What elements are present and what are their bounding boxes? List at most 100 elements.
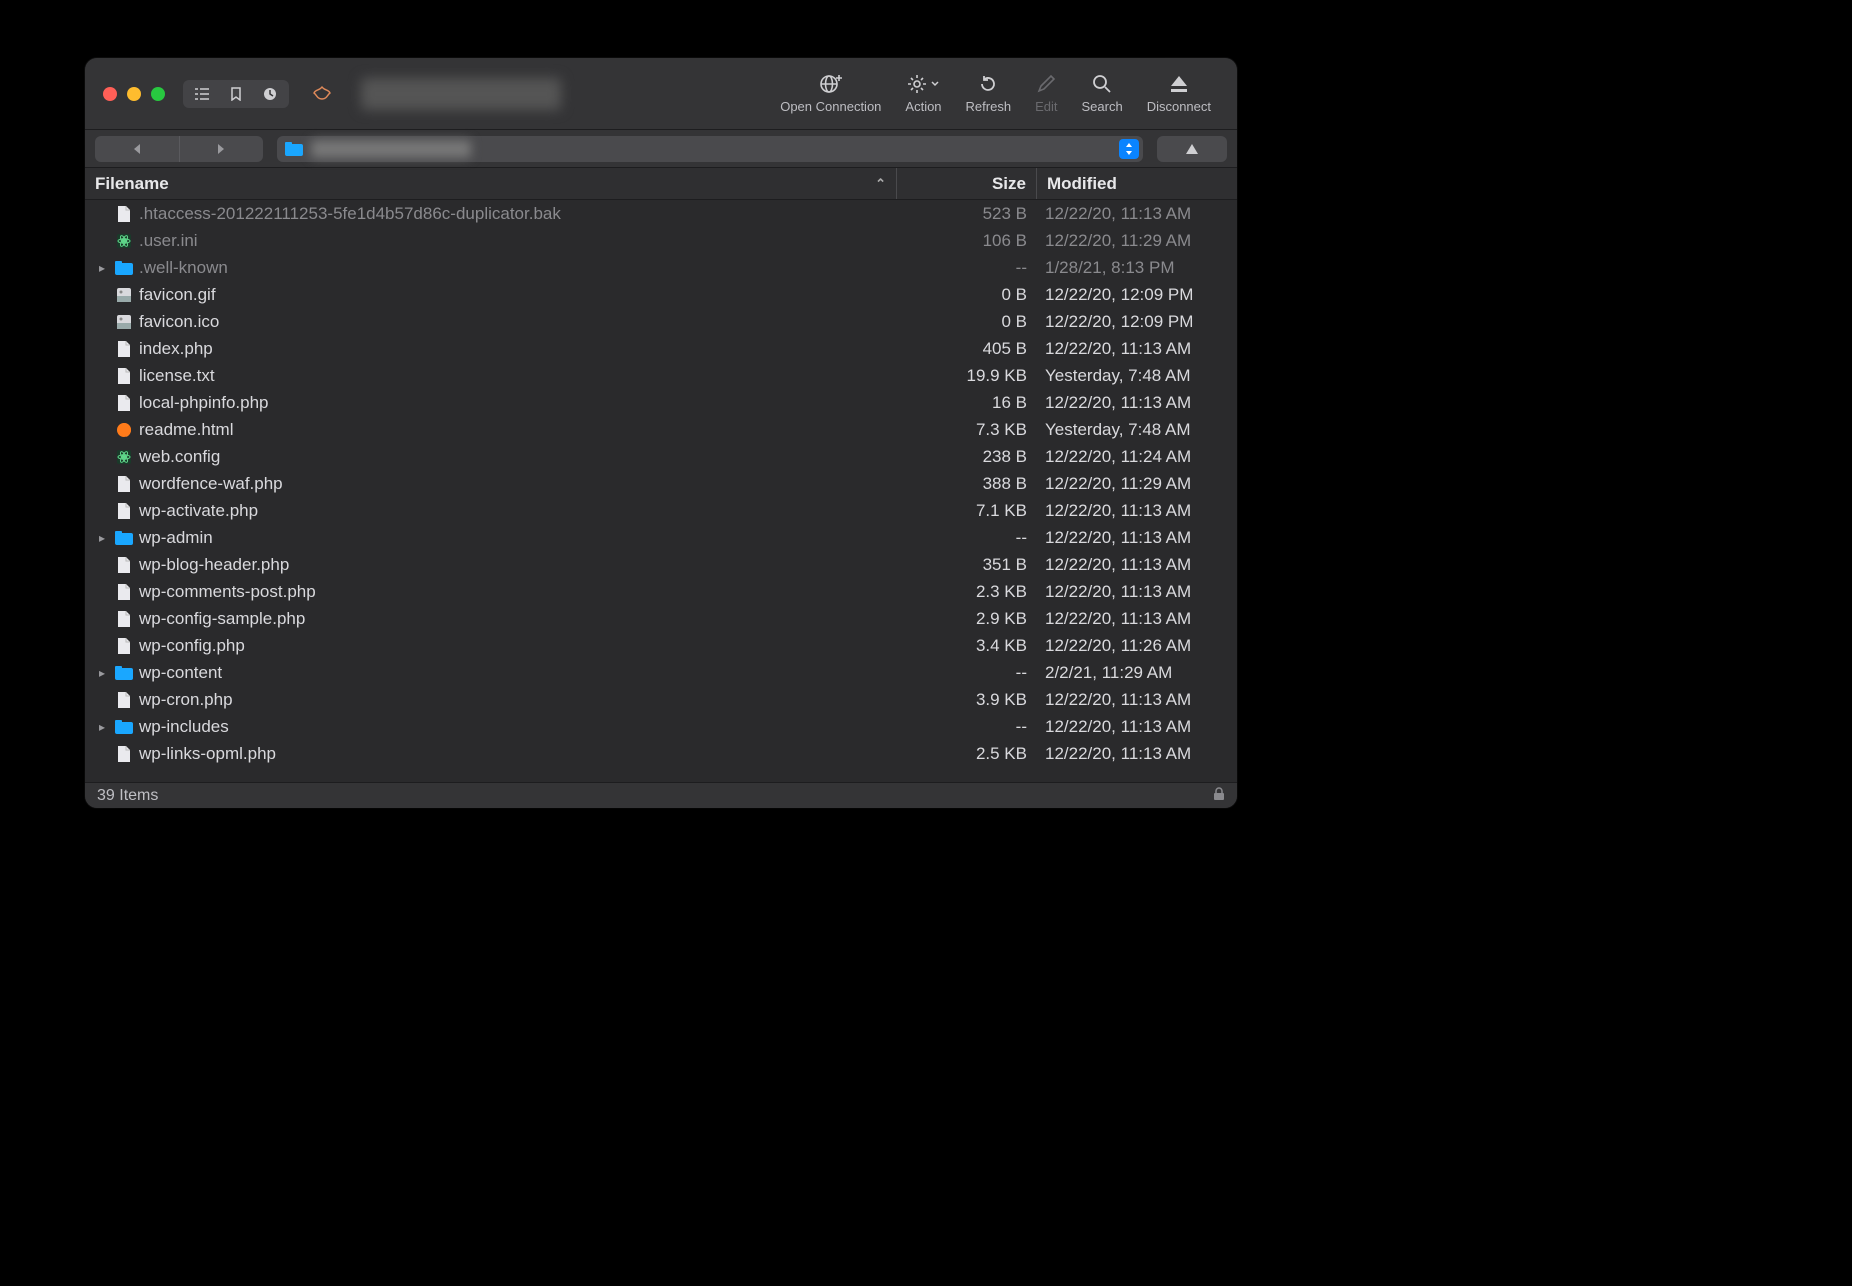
window-title (361, 78, 561, 110)
cell-filename: ▸wp-includes (95, 717, 897, 737)
path-bar (85, 130, 1237, 168)
cell-size: -- (897, 663, 1037, 683)
cell-size: -- (897, 258, 1037, 278)
close-window-button[interactable] (103, 87, 117, 101)
html-icon (115, 421, 133, 439)
cell-size: 19.9 KB (897, 366, 1037, 386)
file-icon (115, 367, 133, 385)
go-up-button[interactable] (1157, 136, 1227, 162)
file-icon (115, 583, 133, 601)
sort-ascending-icon: ⌃ (875, 176, 886, 192)
search-button[interactable]: Search (1069, 62, 1134, 126)
folder-icon (115, 718, 133, 736)
cell-filename: readme.html (95, 420, 897, 440)
open-connection-button[interactable]: Open Connection (768, 62, 893, 126)
table-row[interactable]: readme.html7.3 KBYesterday, 7:48 AM (85, 416, 1237, 443)
status-bar: 39 Items (85, 782, 1237, 808)
table-row[interactable]: local-phpinfo.php16 B12/22/20, 11:13 AM (85, 389, 1237, 416)
file-icon (115, 691, 133, 709)
cell-filename: wp-cron.php (95, 690, 897, 710)
ftp-browser-window: Open Connection Action Refresh (85, 58, 1237, 808)
table-row[interactable]: ▸wp-admin--12/22/20, 11:13 AM (85, 524, 1237, 551)
cell-modified: 12/22/20, 11:13 AM (1037, 582, 1237, 602)
table-row[interactable]: index.php 405 B12/22/20, 11:13 AM (85, 335, 1237, 362)
cell-filename: ▸.well-known (95, 258, 897, 278)
cell-size: 405 B (897, 339, 1037, 359)
disconnect-button[interactable]: Disconnect (1135, 62, 1223, 126)
table-row[interactable]: favicon.gif0 B12/22/20, 12:09 PM (85, 281, 1237, 308)
cell-modified: 12/22/20, 11:13 AM (1037, 717, 1237, 737)
file-icon (115, 637, 133, 655)
disclosure-triangle[interactable]: ▸ (95, 531, 109, 545)
table-row[interactable]: wp-config-sample.php2.9 KB12/22/20, 11:1… (85, 605, 1237, 632)
disclosure-triangle[interactable]: ▸ (95, 261, 109, 275)
column-header-size[interactable]: Size (897, 168, 1037, 199)
cell-filename: wordfence-waf.php (95, 474, 897, 494)
refresh-button[interactable]: Refresh (954, 62, 1024, 126)
bonjour-icon (305, 82, 339, 106)
cell-modified: 12/22/20, 11:13 AM (1037, 339, 1237, 359)
cell-size: 106 B (897, 231, 1037, 251)
cell-filename: index.php (95, 339, 897, 359)
filename-label: wp-admin (139, 528, 213, 548)
table-row[interactable]: .user.ini106 B12/22/20, 11:29 AM (85, 227, 1237, 254)
cell-modified: 12/22/20, 11:13 AM (1037, 609, 1237, 629)
table-row[interactable]: .htaccess-201222111253-5fe1d4b57d86c-dup… (85, 200, 1237, 227)
file-list[interactable]: .htaccess-201222111253-5fe1d4b57d86c-dup… (85, 200, 1237, 782)
bookmarks-view-button[interactable] (219, 82, 253, 106)
cell-filename: favicon.ico (95, 312, 897, 332)
filename-label: favicon.ico (139, 312, 219, 332)
table-row[interactable]: license.txt19.9 KBYesterday, 7:48 AM (85, 362, 1237, 389)
minimize-window-button[interactable] (127, 87, 141, 101)
cell-size: 0 B (897, 285, 1037, 305)
action-menu-button[interactable]: Action (893, 62, 953, 126)
lock-icon (1213, 787, 1225, 804)
cell-size: 7.3 KB (897, 420, 1037, 440)
globe-plus-icon (819, 73, 843, 95)
table-row[interactable]: wp-links-opml.php2.5 KB12/22/20, 11:13 A… (85, 740, 1237, 767)
table-row[interactable]: favicon.ico0 B12/22/20, 12:09 PM (85, 308, 1237, 335)
edit-label: Edit (1035, 99, 1057, 114)
column-header-modified-label: Modified (1047, 174, 1117, 194)
column-header-modified[interactable]: Modified (1037, 168, 1237, 199)
table-row[interactable]: web.config238 B12/22/20, 11:24 AM (85, 443, 1237, 470)
table-row[interactable]: wp-blog-header.php351 B12/22/20, 11:13 A… (85, 551, 1237, 578)
table-row[interactable]: ▸wp-includes--12/22/20, 11:13 AM (85, 713, 1237, 740)
edit-button[interactable]: Edit (1023, 62, 1069, 126)
disclosure-triangle[interactable]: ▸ (95, 720, 109, 734)
disclosure-triangle[interactable]: ▸ (95, 666, 109, 680)
folder-icon (115, 529, 133, 547)
cell-modified: 12/22/20, 11:24 AM (1037, 447, 1237, 467)
nav-forward-button[interactable] (179, 136, 264, 162)
table-row[interactable]: wp-config.php3.4 KB12/22/20, 11:26 AM (85, 632, 1237, 659)
table-row[interactable]: wp-comments-post.php2.3 KB12/22/20, 11:1… (85, 578, 1237, 605)
table-row[interactable]: wp-cron.php3.9 KB12/22/20, 11:13 AM (85, 686, 1237, 713)
column-header-size-label: Size (992, 174, 1026, 194)
cell-filename: local-phpinfo.php (95, 393, 897, 413)
filename-label: wp-activate.php (139, 501, 258, 521)
cell-modified: Yesterday, 7:48 AM (1037, 420, 1237, 440)
table-row[interactable]: ▸wp-content--2/2/21, 11:29 AM (85, 659, 1237, 686)
zoom-window-button[interactable] (151, 87, 165, 101)
cell-size: -- (897, 528, 1037, 548)
file-icon (115, 394, 133, 412)
outline-view-button[interactable] (185, 82, 219, 106)
nav-back-button[interactable] (95, 136, 179, 162)
table-row[interactable]: ▸.well-known--1/28/21, 8:13 PM (85, 254, 1237, 281)
history-view-button[interactable] (253, 82, 287, 106)
search-label: Search (1081, 99, 1122, 114)
filename-label: index.php (139, 339, 213, 359)
filename-label: license.txt (139, 366, 215, 386)
path-popup[interactable] (277, 136, 1143, 162)
table-row[interactable]: wp-activate.php7.1 KB12/22/20, 11:13 AM (85, 497, 1237, 524)
cell-size: 238 B (897, 447, 1037, 467)
folder-icon (115, 259, 133, 277)
table-row[interactable]: wordfence-waf.php388 B12/22/20, 11:29 AM (85, 470, 1237, 497)
filename-label: wp-config.php (139, 636, 245, 656)
column-header-filename[interactable]: Filename ⌃ (85, 168, 897, 199)
atom-icon (115, 448, 133, 466)
action-label: Action (905, 99, 941, 114)
pencil-icon (1036, 73, 1056, 95)
filename-label: wp-content (139, 663, 222, 683)
search-icon (1092, 73, 1112, 95)
